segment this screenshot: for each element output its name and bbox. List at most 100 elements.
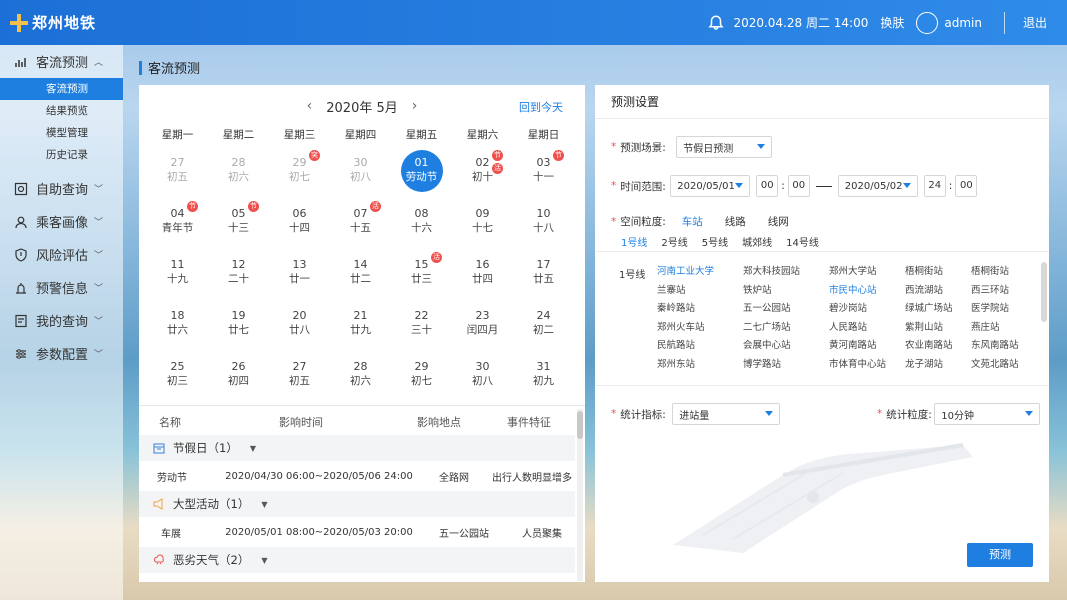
calendar-day[interactable]: 21 廿九 [330, 300, 391, 351]
station-item[interactable]: 郑州东站 [657, 359, 743, 372]
station-item[interactable]: 绿城广场站 [905, 303, 971, 316]
station-item[interactable]: 郑州大学站 [829, 266, 905, 279]
calendar-day[interactable]: 31 初九 [513, 351, 574, 402]
station-item[interactable]: 龙子湖站 [905, 359, 971, 372]
end-date-select[interactable]: 2020/05/02 [837, 175, 918, 197]
calendar-day[interactable]: 30 初八 [330, 147, 391, 198]
calendar-day[interactable]: 06 十四 [269, 198, 330, 249]
station-item[interactable]: 市体育中心站 [829, 359, 905, 372]
end-hour-input[interactable]: 24 [923, 175, 946, 197]
station-item[interactable]: 医学院站 [971, 303, 1037, 316]
submenu-item-models[interactable]: 模型管理 [0, 122, 123, 144]
calendar-day[interactable]: 17 廿五 [513, 249, 574, 300]
sidebar-item-myquery[interactable]: 我的查询 ﹀ [0, 304, 123, 337]
tab-line-14[interactable]: 14号线 [786, 234, 819, 249]
station-item[interactable]: 郑州火车站 [657, 322, 743, 335]
calendar-day[interactable]: 20 廿八 [269, 300, 330, 351]
scene-select[interactable]: 节假日预测 [676, 136, 773, 158]
station-item[interactable]: 梧桐街站 [971, 266, 1037, 279]
calendar-day[interactable]: 01 劳动节 [391, 147, 452, 198]
time-granularity-select[interactable]: 10分钟 [934, 403, 1041, 425]
station-item[interactable]: 兰寨站 [657, 285, 743, 298]
submenu-item-preview[interactable]: 结果预览 [0, 100, 123, 122]
granularity-option-station[interactable]: 车站 [682, 214, 703, 229]
predict-button[interactable]: 预测 [967, 543, 1033, 567]
calendar-day[interactable]: 03 十一 节 [513, 147, 574, 198]
station-item[interactable]: 人民路站 [829, 322, 905, 335]
station-item[interactable]: 西流湖站 [905, 285, 971, 298]
username[interactable]: admin [944, 16, 982, 30]
station-scrollbar[interactable] [1041, 262, 1047, 322]
station-item[interactable]: 农业南路站 [905, 340, 971, 353]
calendar-day[interactable]: 12 二十 [208, 249, 269, 300]
sidebar-item-profile[interactable]: 乘客画像 ﹀ [0, 205, 123, 238]
next-month-button[interactable]: › [412, 98, 418, 114]
theme-button[interactable]: 换肤 [880, 14, 904, 31]
calendar-day[interactable]: 27 初五 [147, 147, 208, 198]
event-group-weather[interactable]: 恶劣天气（2） ▼ [139, 547, 575, 573]
calendar-day[interactable]: 28 初六 [330, 351, 391, 402]
caret-down-icon[interactable]: ▼ [250, 444, 256, 453]
station-item[interactable]: 二七广场站 [743, 322, 829, 335]
sidebar-item-alerts[interactable]: 预警信息 ﹀ [0, 271, 123, 304]
calendar-day[interactable]: 02 初十 节活 [452, 147, 513, 198]
granularity-option-line[interactable]: 线路 [725, 214, 746, 229]
calendar-day[interactable]: 05 十三 节 [208, 198, 269, 249]
event-group-activity[interactable]: 大型活动（1） ▼ [139, 491, 575, 517]
station-item[interactable]: 东风南路站 [971, 340, 1037, 353]
calendar-day[interactable]: 09 十七 [452, 198, 513, 249]
events-scrollbar[interactable] [577, 409, 583, 581]
calendar-day[interactable]: 10 十八 [513, 198, 574, 249]
station-item[interactable]: 市民中心站 [829, 285, 905, 298]
submenu-item-forecast[interactable]: 客流预测 [0, 78, 123, 100]
sidebar-item-forecast[interactable]: 客流预测 ︿ [0, 45, 123, 78]
station-item[interactable]: 会展中心站 [743, 340, 829, 353]
tab-line-5[interactable]: 5号线 [702, 234, 728, 249]
calendar-day[interactable]: 28 初六 [208, 147, 269, 198]
station-item[interactable]: 燕庄站 [971, 322, 1037, 335]
calendar-day[interactable]: 23 闰四月 [452, 300, 513, 351]
table-row[interactable]: 车展 2020/05/01 08:00~2020/05/03 20:00 五一公… [139, 517, 575, 547]
start-date-select[interactable]: 2020/05/01 [670, 175, 751, 197]
sidebar-item-risk[interactable]: 风险评估 ﹀ [0, 238, 123, 271]
table-row[interactable]: 劳动节 2020/04/30 06:00~2020/05/06 24:00 全路… [139, 461, 575, 491]
station-item[interactable]: 郑大科技园站 [743, 266, 829, 279]
prev-month-button[interactable]: ‹ [307, 98, 313, 114]
calendar-day[interactable]: 14 廿二 [330, 249, 391, 300]
avatar[interactable] [916, 11, 939, 34]
calendar-day[interactable]: 29 初七 [391, 351, 452, 402]
calendar-day[interactable]: 07 十五 活 [330, 198, 391, 249]
sidebar-item-query[interactable]: 自助查询 ﹀ [0, 172, 123, 205]
submenu-item-history[interactable]: 历史记录 [0, 144, 123, 166]
tab-line-1[interactable]: 1号线 [621, 234, 647, 249]
station-item[interactable]: 黄河南路站 [829, 340, 905, 353]
station-item[interactable]: 碧沙岗站 [829, 303, 905, 316]
bell-icon[interactable] [707, 14, 725, 32]
sidebar-item-params[interactable]: 参数配置 ﹀ [0, 337, 123, 370]
today-button[interactable]: 回到今天 [519, 99, 563, 115]
tab-line-suburban[interactable]: 城郊线 [742, 234, 772, 249]
calendar-day[interactable]: 30 初八 [452, 351, 513, 402]
metric-select[interactable]: 进站量 [672, 403, 781, 425]
station-item[interactable]: 五一公园站 [743, 303, 829, 316]
station-item[interactable]: 西三环站 [971, 285, 1037, 298]
calendar-day[interactable]: 24 初二 [513, 300, 574, 351]
calendar-day[interactable]: 27 初五 [269, 351, 330, 402]
caret-down-icon[interactable]: ▼ [261, 500, 267, 509]
tab-line-2[interactable]: 2号线 [661, 234, 687, 249]
station-item[interactable]: 民航路站 [657, 340, 743, 353]
station-item[interactable]: 博学路站 [743, 359, 829, 372]
calendar-day[interactable]: 13 廿一 [269, 249, 330, 300]
calendar-day[interactable]: 18 廿六 [147, 300, 208, 351]
station-item[interactable]: 河南工业大学 [657, 266, 743, 279]
station-item[interactable]: 铁炉站 [743, 285, 829, 298]
start-minute-input[interactable]: 00 [787, 175, 810, 197]
calendar-day[interactable]: 16 廿四 [452, 249, 513, 300]
calendar-day[interactable]: 08 十六 [391, 198, 452, 249]
end-minute-input[interactable]: 00 [955, 175, 978, 197]
calendar-day[interactable]: 25 初三 [147, 351, 208, 402]
caret-down-icon[interactable]: ▼ [261, 556, 267, 565]
station-item[interactable]: 秦岭路站 [657, 303, 743, 316]
calendar-day[interactable]: 11 十九 [147, 249, 208, 300]
calendar-day[interactable]: 15 廿三 活 [391, 249, 452, 300]
